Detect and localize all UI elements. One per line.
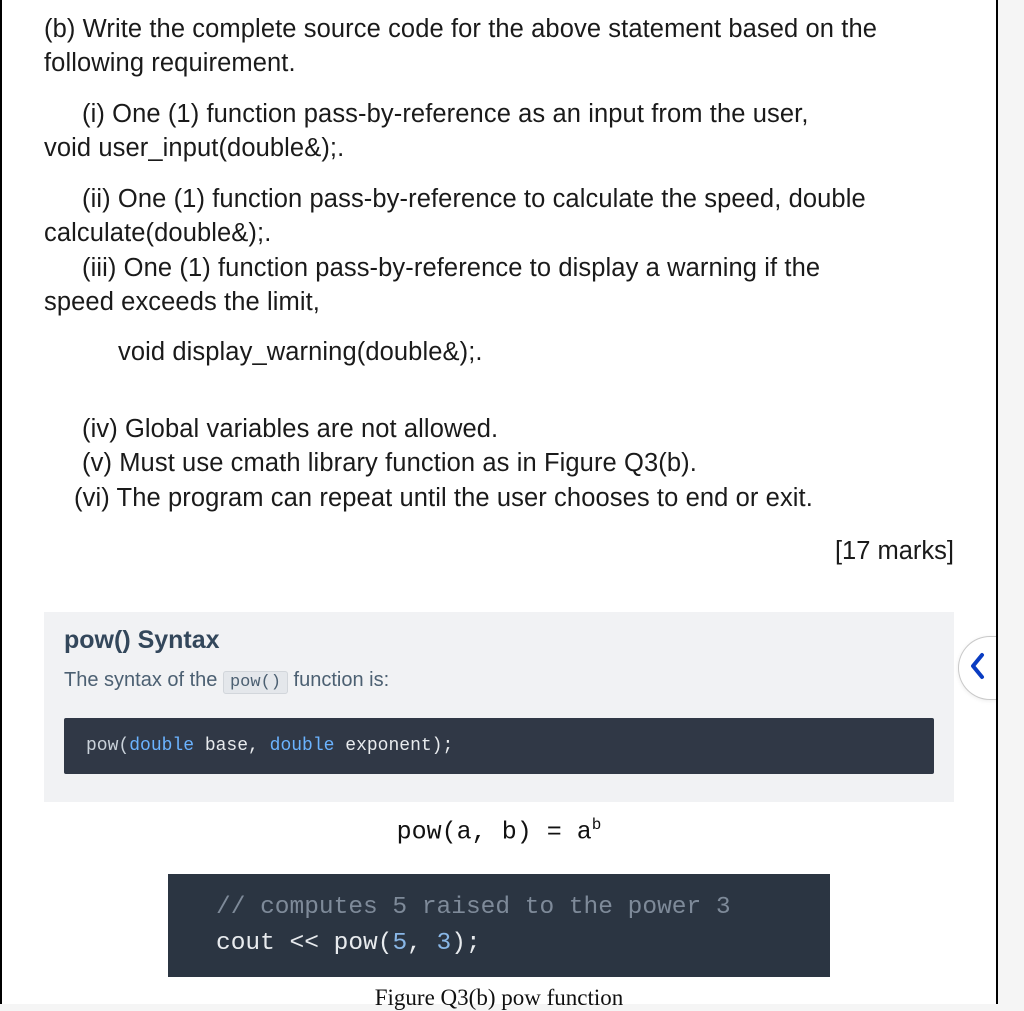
code-type-double-1: double [129, 736, 194, 756]
inline-code-pow: pow() [223, 671, 288, 694]
chevron-left-icon [968, 651, 988, 686]
example-n1: 5 [392, 930, 407, 957]
requirement-v: (v) Must use cmath library function as i… [44, 446, 954, 480]
pow-syntax-box: pow() Syntax The syntax of the pow() fun… [44, 612, 954, 802]
question-content: (b) Write the complete source code for t… [2, 0, 996, 1011]
example-comma: , [407, 930, 436, 957]
requirement-ii-line2: calculate(double&);. [44, 216, 954, 250]
example-n2: 3 [437, 930, 452, 957]
marks-label: [17 marks] [44, 537, 954, 566]
example-line: cout << pow(5, 3); [216, 926, 810, 962]
pow-signature-code: pow(double base, double exponent); [64, 718, 934, 774]
formula-left: pow(a, b) = a [397, 817, 592, 846]
pow-syntax-title: pow() Syntax [64, 626, 934, 655]
requirement-iii-line3: void display_warning(double&);. [44, 335, 954, 369]
requirement-ii-line1: (ii) One (1) function pass-by-reference … [44, 182, 954, 216]
syntax-desc-suffix: function is: [288, 669, 389, 691]
requirement-i-line2: void user_input(double&);. [44, 131, 954, 165]
requirement-vi: (vi) The program can repeat until the us… [44, 481, 954, 515]
syntax-desc-prefix: The syntax of the [64, 669, 223, 691]
requirement-iv: (iv) Global variables are not allowed. [44, 412, 954, 446]
document-page: (b) Write the complete source code for t… [0, 0, 998, 1004]
example-comment: // computes 5 raised to the power 3 [216, 890, 810, 926]
figure-caption: Figure Q3(b) pow function [44, 985, 954, 1011]
pow-formula: pow(a, b) = ab [44, 816, 954, 846]
code-exponent: exponent); [334, 736, 453, 756]
pow-example-code: // computes 5 raised to the power 3 cout… [168, 874, 830, 977]
code-type-double-2: double [270, 736, 335, 756]
pow-syntax-desc: The syntax of the pow() function is: [64, 669, 934, 692]
example-prefix: cout << pow( [216, 930, 392, 957]
requirement-iii-line2: speed exceeds the limit, [44, 285, 954, 319]
requirement-i-line1: (i) One (1) function pass-by-reference a… [44, 97, 954, 131]
formula-sup: b [592, 816, 602, 834]
code-base: base, [194, 736, 270, 756]
requirement-iii-line1: (iii) One (1) function pass-by-reference… [44, 251, 954, 285]
example-suffix: ); [451, 930, 480, 957]
code-pow: pow( [86, 736, 129, 756]
question-part-b: (b) Write the complete source code for t… [44, 12, 954, 81]
